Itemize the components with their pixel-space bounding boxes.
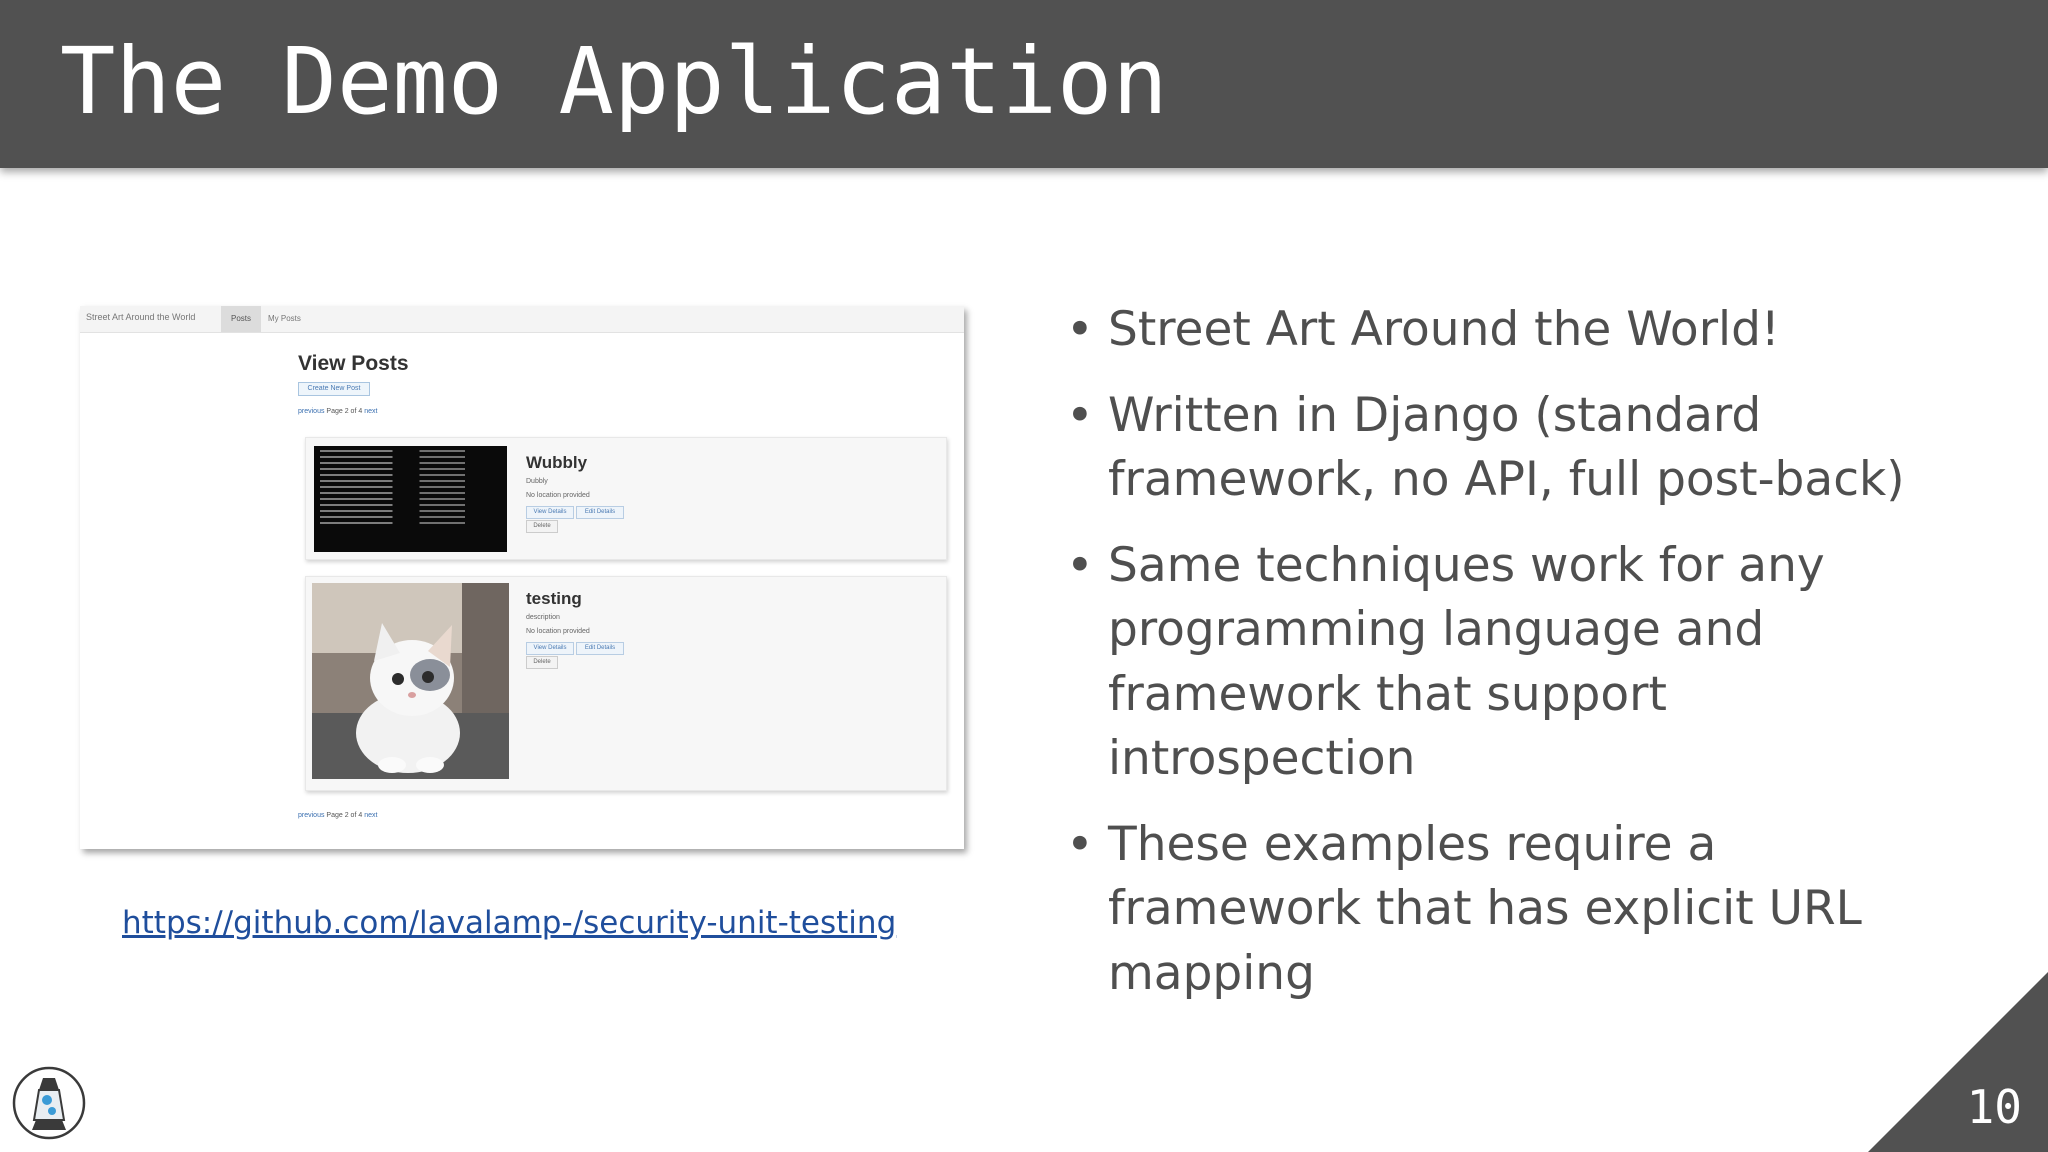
bullet-dot-icon: • [1066, 387, 1094, 443]
post-description: Dubbly [526, 478, 548, 485]
terminal-screenshot-image [314, 446, 507, 552]
screenshot-nav-brand: Street Art Around the World [86, 312, 196, 322]
bullet-dot-icon: • [1066, 816, 1094, 872]
screenshot-pager-top: previous Page 2 of 4 next [298, 408, 377, 415]
edit-details-button: Edit Details [576, 642, 624, 655]
post-description: description [526, 614, 560, 621]
screenshot-pager-bottom: previous Page 2 of 4 next [298, 812, 377, 819]
bullet-dot-icon: • [1066, 302, 1094, 357]
post-title: testing [526, 589, 582, 608]
cat-photo-icon [312, 583, 509, 779]
bullet-text: Written in Django (standard framework, n… [1108, 387, 1905, 508]
screenshot-post-card: testing description No location provided… [305, 576, 947, 791]
pager-prev: previous [298, 408, 325, 415]
screenshot-navbar: Street Art Around the World Posts My Pos… [80, 306, 964, 333]
bullet-dot-icon: • [1066, 537, 1094, 593]
edit-details-button: Edit Details [576, 506, 624, 519]
screenshot-create-button: Create New Post [298, 382, 370, 396]
github-repo-link[interactable]: https://github.com/lavalamp-/security-un… [122, 905, 896, 941]
screenshot-tab-posts: Posts [221, 306, 261, 332]
screenshot-post-card: Wubbly Dubbly No location provided View … [305, 437, 947, 560]
demo-app-screenshot: Street Art Around the World Posts My Pos… [80, 306, 964, 849]
bullet-item: • Written in Django (standard framework, … [1066, 384, 1966, 513]
bullet-text: Street Art Around the World! [1108, 302, 1780, 357]
bullet-list: • Street Art Around the World! • Written i… [1066, 298, 1966, 1027]
delete-button: Delete [526, 520, 558, 533]
post-title: Wubbly [526, 453, 588, 472]
bullet-item: • Same techniques work for any programmin… [1066, 534, 1966, 792]
cat-photo-image [312, 583, 509, 779]
screenshot-tab-my-posts: My Posts [268, 314, 301, 323]
view-details-button: View Details [526, 642, 574, 655]
post-location: No location provided [526, 492, 590, 499]
delete-button: Delete [526, 656, 558, 669]
title-bar: The Demo Application [0, 0, 2048, 168]
slide-title: The Demo Application [60, 28, 1168, 135]
bullet-item: • These examples require a framework that… [1066, 813, 1966, 1007]
page-number: 10 [1966, 1080, 2022, 1134]
bullet-text: These examples require a framework that … [1108, 816, 1862, 1001]
pager-text: Page 2 of 4 [326, 812, 363, 819]
pager-prev: previous [298, 812, 325, 819]
lava-lamp-logo-icon [12, 1066, 86, 1140]
view-details-button: View Details [526, 506, 574, 519]
screenshot-heading: View Posts [298, 352, 409, 375]
post-location: No location provided [526, 628, 590, 635]
pager-next: next [364, 812, 378, 819]
pager-next: next [364, 408, 378, 415]
pager-text: Page 2 of 4 [326, 408, 363, 415]
bullet-item: • Street Art Around the World! [1066, 298, 1966, 363]
bullet-text: Same techniques work for any programming… [1108, 537, 1825, 787]
